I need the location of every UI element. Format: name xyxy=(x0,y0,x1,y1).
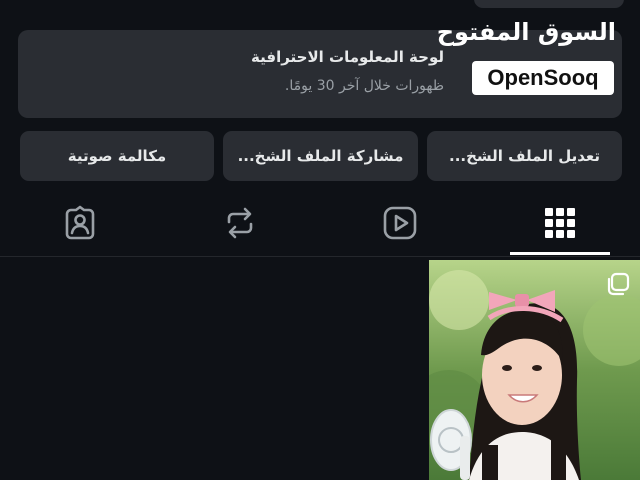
share-profile-button[interactable]: مشاركة الملف الشخ... xyxy=(223,131,418,181)
tab-posts-grid[interactable] xyxy=(496,190,624,256)
tab-tagged[interactable] xyxy=(16,190,144,256)
professional-dashboard-subtitle: ظهورات خلال آخر 30 يومًا. xyxy=(284,78,444,94)
watermark-arabic-text: السوق المفتوح xyxy=(436,18,617,46)
post-thumbnail[interactable] xyxy=(429,260,640,480)
selected-tab-indicator xyxy=(510,252,610,255)
profile-actions: مكالمة صوتية مشاركة الملف الشخ... تعديل … xyxy=(20,131,622,181)
multiple-posts-icon xyxy=(607,272,630,296)
watermark-logo-badge: OpenSooq xyxy=(472,61,614,95)
watermark-brand-text: OpenSooq xyxy=(487,65,599,90)
professional-dashboard-title: لوحة المعلومات الاحترافية xyxy=(251,48,444,66)
edit-profile-button[interactable]: تعديل الملف الشخ... xyxy=(427,131,622,181)
tagged-person-icon xyxy=(65,205,95,240)
opensooq-watermark: السوق المفتوح OpenSooq xyxy=(437,16,620,100)
top-partial-button[interactable] xyxy=(474,0,624,8)
reels-play-icon xyxy=(383,206,417,240)
repost-icon xyxy=(227,207,253,239)
posts-grid xyxy=(0,257,640,480)
voice-call-button[interactable]: مكالمة صوتية xyxy=(20,131,214,181)
grid-icon xyxy=(545,208,575,238)
tab-reels[interactable] xyxy=(336,190,464,256)
tab-reposts[interactable] xyxy=(176,190,304,256)
profile-tabs xyxy=(0,190,640,256)
